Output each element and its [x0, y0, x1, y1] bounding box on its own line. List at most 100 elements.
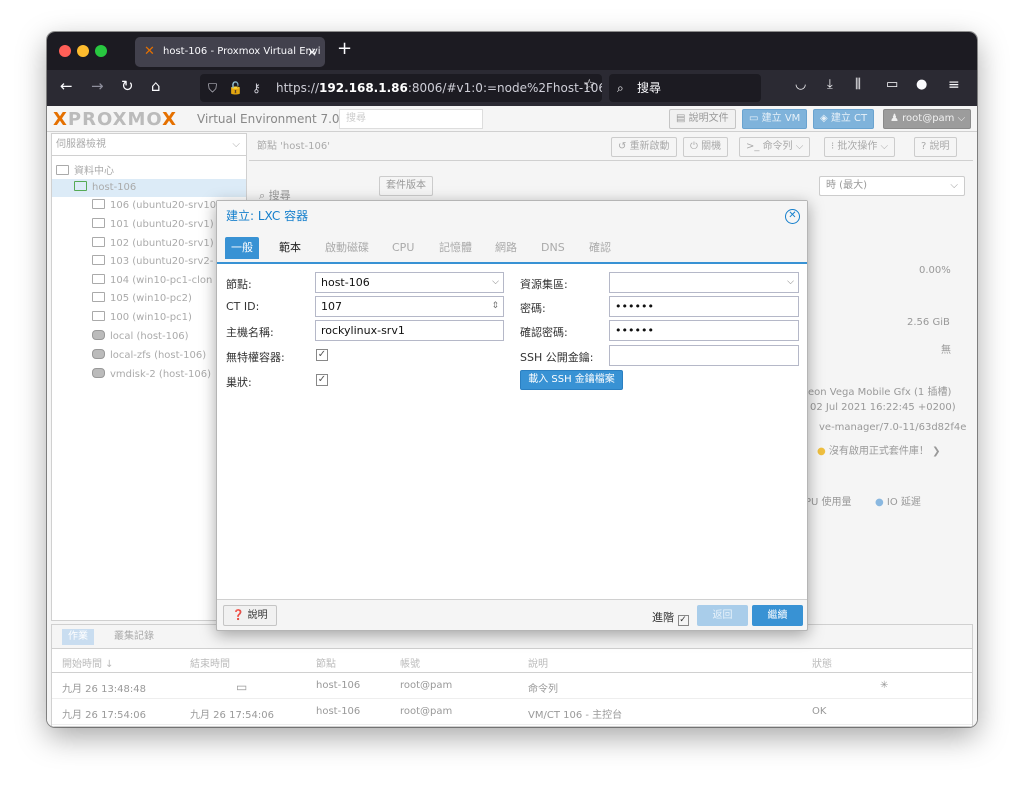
col-user[interactable]: 帳號 [400, 655, 420, 670]
create-lxc-dialog: 建立: LXC 容器 ✕ 一般 範本 啟動磁碟 CPU 記憶體 網路 DNS 確… [216, 200, 808, 631]
browser-navbar: ← → ↻ ⌂ ⛉ 🔓 ⚷ https://192.168.1.86:8006/… [47, 70, 977, 106]
dialog-footer: ❓ 說明 進階 ✓ 返回 繼續 [217, 601, 807, 630]
confirm-password-field[interactable]: •••••• [609, 320, 799, 341]
password-field[interactable]: •••••• [609, 296, 799, 317]
bookmark-star-icon[interactable]: ☆ [583, 77, 596, 93]
header-search-input[interactable]: 搜尋 [339, 109, 483, 129]
pool-label: 資源集區: [520, 278, 568, 291]
ctid-field[interactable]: 107 ⇕ [315, 296, 504, 317]
tree-datacenter[interactable]: 資料中心 [56, 162, 114, 177]
spinner-arrows-icon[interactable]: ⇕ [491, 297, 499, 316]
view-selector[interactable]: 伺服器檢視 ⌵ [52, 134, 246, 156]
create-ct-button[interactable]: ◈ 建立 CT [813, 109, 875, 129]
shell-button[interactable]: >_ 命令列 ⌵ [739, 137, 811, 157]
close-window-button[interactable] [59, 45, 71, 57]
shutdown-button[interactable]: ⏻ 關機 [683, 137, 729, 157]
restart-button[interactable]: ↺ 重新啟動 [611, 137, 677, 157]
download-icon[interactable]: ⤓ [827, 77, 833, 92]
tab-general[interactable]: 一般 [225, 237, 259, 259]
tree-item[interactable]: 101 (ubuntu20-srv1) [92, 218, 214, 230]
tab-template[interactable]: 範本 [273, 237, 307, 259]
proxmox-favicon-icon: ✕ [144, 44, 155, 59]
tree-item[interactable]: local-zfs (host-106) [92, 349, 206, 361]
undo-icon: ↺ [618, 141, 630, 152]
tree-item[interactable]: 104 (win10-pc1-clon [92, 274, 212, 286]
tab-memory[interactable]: 記憶體 [433, 237, 478, 259]
nesting-checkbox[interactable]: ✓ [316, 374, 328, 386]
browser-tab[interactable]: ✕ host-106 - Proxmox Virtual Envi × [135, 37, 325, 67]
tree-item[interactable]: 105 (win10-pc2) [92, 292, 192, 304]
address-bar[interactable]: ⛉ 🔓 ⚷ https://192.168.1.86:8006/#v1:0:=n… [200, 74, 602, 102]
tree-item[interactable]: vmdisk-2 (host-106) [92, 368, 211, 380]
table-row[interactable]: 九月 26 17:54:06 九月 26 17:54:06 host-106 r… [52, 699, 972, 725]
col-end-time[interactable]: 結束時間 [190, 655, 230, 670]
legend-io[interactable]: ● IO 延遲 [875, 493, 921, 508]
chevron-down-icon: ⌵ [492, 277, 499, 287]
back-arrow-icon[interactable]: ← [60, 77, 73, 95]
question-icon: ? [921, 141, 930, 152]
zoom-window-button[interactable] [95, 45, 107, 57]
back-button[interactable]: 返回 [697, 605, 748, 626]
url-rest: :8006/#v1:0:=node%2Fhost-106:4 [407, 81, 602, 95]
col-status[interactable]: 狀態 [812, 655, 832, 670]
library-icon[interactable]: ⫼ [855, 77, 861, 92]
unprivileged-checkbox[interactable]: ✓ [316, 349, 328, 361]
advanced-checkbox[interactable]: ✓ [677, 615, 689, 626]
sidebar-icon[interactable]: ▭ [886, 77, 898, 92]
dialog-help-button[interactable]: ❓ 說明 [223, 605, 277, 626]
load-ssh-key-button[interactable]: 載入 SSH 金鑰檔案 [520, 370, 623, 390]
cube-icon: ◈ [820, 113, 831, 124]
tab-dns[interactable]: DNS [535, 237, 571, 259]
tab-confirm[interactable]: 確認 [583, 237, 617, 259]
repo-warning[interactable]: ● 沒有啟用正式套件庫！ ❯ [817, 442, 940, 457]
book-icon: ▤ [676, 113, 689, 124]
package-versions-button[interactable]: 套件版本 [379, 176, 433, 196]
col-description[interactable]: 說明 [528, 655, 548, 670]
home-icon[interactable]: ⌂ [151, 77, 161, 95]
tab-cluster-log[interactable]: 叢集記錄 [108, 629, 160, 645]
tab-cpu[interactable]: CPU [386, 237, 420, 259]
shield-icon: ⛉ [208, 81, 218, 95]
new-tab-button[interactable]: + [337, 38, 352, 59]
menu-icon[interactable]: ≡ [948, 77, 960, 93]
hostname-field[interactable]: rockylinux-srv1 [315, 320, 504, 341]
tab-network[interactable]: 網路 [489, 237, 523, 259]
cpu-usage-value: 0.00% [919, 265, 951, 276]
forward-arrow-icon[interactable]: → [91, 77, 104, 95]
user-menu-button[interactable]: ♟ root@pam ⌵ [883, 109, 971, 129]
legend-cpu[interactable]: PU 使用量 [805, 493, 852, 508]
timeframe-select[interactable]: 時 (最大) ⌵ [819, 176, 965, 196]
tree-node-host-106[interactable]: host-106 [74, 181, 136, 193]
tree-item[interactable]: 103 (ubuntu20-srv2- [92, 255, 213, 267]
advanced-toggle[interactable]: 進階 ✓ [652, 609, 689, 626]
help-button[interactable]: ? 說明 [914, 137, 957, 157]
ssh-key-field[interactable] [609, 345, 799, 366]
next-button[interactable]: 繼續 [752, 605, 803, 626]
close-icon[interactable]: ✕ [785, 209, 800, 224]
reload-icon[interactable]: ↻ [121, 77, 134, 95]
col-start-time[interactable]: 開始時間 ↓ [62, 655, 114, 670]
tree-item[interactable]: local (host-106) [92, 330, 189, 342]
pool-select[interactable]: ⌵ [609, 272, 799, 293]
spinner-icon: ✳ [880, 680, 889, 691]
minimize-window-button[interactable] [77, 45, 89, 57]
bulk-actions-button[interactable]: ⁝ 批次操作 ⌵ [824, 137, 896, 157]
docs-button[interactable]: ▤ 說明文件 [669, 109, 736, 129]
pocket-icon[interactable]: ◡ [795, 77, 806, 92]
account-icon[interactable]: ● [916, 77, 927, 92]
col-node[interactable]: 節點 [316, 655, 336, 670]
tab-root-disk[interactable]: 啟動磁碟 [319, 237, 375, 259]
tree-item[interactable]: 102 (ubuntu20-srv1) [92, 237, 214, 249]
tab-tasks[interactable]: 作業 [62, 629, 94, 645]
dialog-tabs: 一般 範本 啟動磁碟 CPU 記憶體 網路 DNS 確認 [217, 231, 807, 263]
datacenter-icon [56, 165, 69, 175]
browser-search-input[interactable]: ⌕ 搜尋 [609, 74, 761, 102]
cpu-model-value: eon Vega Mobile Gfx (1 插槽) [808, 387, 952, 398]
close-tab-icon[interactable]: × [307, 37, 317, 67]
storage-icon [92, 349, 105, 359]
create-vm-button[interactable]: ▭ 建立 VM [742, 109, 808, 129]
tree-item[interactable]: 100 (win10-pc1) [92, 311, 192, 323]
node-select[interactable]: host-106 ⌵ [315, 272, 504, 293]
tree-item[interactable]: 106 (ubuntu20-srv10 [92, 199, 216, 211]
table-row[interactable]: 九月 26 13:48:48 ▭ host-106 root@pam 命令列 ✳ [52, 673, 972, 699]
